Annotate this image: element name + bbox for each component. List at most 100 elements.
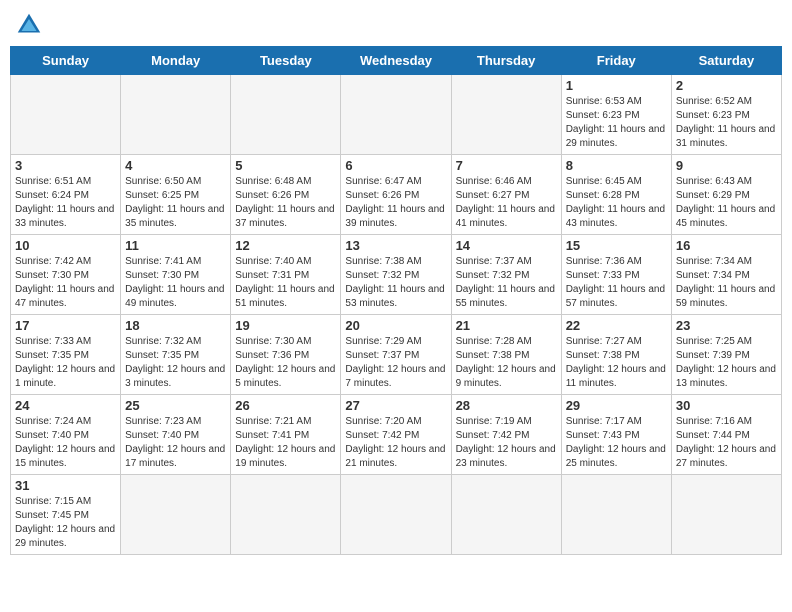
- day-number: 16: [676, 238, 777, 253]
- day-info: Sunrise: 6:50 AM Sunset: 6:25 PM Dayligh…: [125, 175, 226, 231]
- day-info: Sunrise: 7:27 AM Sunset: 7:38 PM Dayligh…: [566, 335, 667, 391]
- calendar-cell: 12Sunrise: 7:40 AM Sunset: 7:31 PM Dayli…: [231, 235, 341, 315]
- calendar-cell: 30 Sunrise: 7:16 AM Sunset: 7:44 PM Dayli…: [671, 395, 781, 475]
- day-info: Sunrise: 6:46 AM Sunset: 6:27 PM Dayligh…: [456, 175, 557, 231]
- calendar-cell: 23 Sunrise: 7:25 AM Sunset: 7:39 PM Dayli…: [671, 315, 781, 395]
- day-info: Sunrise: 7:16 AM Sunset: 7:44 PM Dayligh…: [676, 415, 777, 471]
- weekday-header-tuesday: Tuesday: [231, 47, 341, 75]
- day-number: 18: [125, 318, 226, 333]
- calendar-cell: [121, 75, 231, 155]
- week-row-3: 10Sunrise: 7:42 AM Sunset: 7:30 PM Dayli…: [11, 235, 782, 315]
- day-info: Sunrise: 7:21 AM Sunset: 7:41 PM Dayligh…: [235, 415, 336, 471]
- calendar-cell: 24 Sunrise: 7:24 AM Sunset: 7:40 PM Dayli…: [11, 395, 121, 475]
- calendar-cell: [121, 475, 231, 555]
- day-number: 8: [566, 158, 667, 173]
- weekday-header-monday: Monday: [121, 47, 231, 75]
- calendar-cell: 31Sunrise: 7:15 AM Sunset: 7:45 PM Dayli…: [11, 475, 121, 555]
- calendar-cell: [451, 75, 561, 155]
- day-info: Sunrise: 6:51 AM Sunset: 6:24 PM Dayligh…: [15, 175, 116, 231]
- day-number: 17: [15, 318, 116, 333]
- day-info: Sunrise: 7:29 AM Sunset: 7:37 PM Dayligh…: [345, 335, 446, 391]
- day-info: Sunrise: 7:25 AM Sunset: 7:39 PM Dayligh…: [676, 335, 777, 391]
- week-row-1: 1Sunrise: 6:53 AM Sunset: 6:23 PM Daylig…: [11, 75, 782, 155]
- calendar-cell: [561, 475, 671, 555]
- calendar-cell: 2 Sunrise: 6:52 AM Sunset: 6:23 PM Daylig…: [671, 75, 781, 155]
- calendar-cell: 16 Sunrise: 7:34 AM Sunset: 7:34 PM Dayli…: [671, 235, 781, 315]
- calendar-cell: 21Sunrise: 7:28 AM Sunset: 7:38 PM Dayli…: [451, 315, 561, 395]
- day-number: 11: [125, 238, 226, 253]
- day-number: 24: [15, 398, 116, 413]
- day-number: 20: [345, 318, 446, 333]
- day-number: 7: [456, 158, 557, 173]
- day-info: Sunrise: 7:32 AM Sunset: 7:35 PM Dayligh…: [125, 335, 226, 391]
- day-info: Sunrise: 7:23 AM Sunset: 7:40 PM Dayligh…: [125, 415, 226, 471]
- weekday-header-wednesday: Wednesday: [341, 47, 451, 75]
- calendar-cell: 17 Sunrise: 7:33 AM Sunset: 7:35 PM Dayli…: [11, 315, 121, 395]
- day-number: 2: [676, 78, 777, 93]
- day-number: 10: [15, 238, 116, 253]
- week-row-4: 17 Sunrise: 7:33 AM Sunset: 7:35 PM Dayli…: [11, 315, 782, 395]
- calendar-cell: 14Sunrise: 7:37 AM Sunset: 7:32 PM Dayli…: [451, 235, 561, 315]
- day-number: 23: [676, 318, 777, 333]
- calendar-cell: [451, 475, 561, 555]
- day-number: 5: [235, 158, 336, 173]
- day-number: 19: [235, 318, 336, 333]
- calendar-cell: 19 Sunrise: 7:30 AM Sunset: 7:36 PM Dayli…: [231, 315, 341, 395]
- calendar-cell: 4Sunrise: 6:50 AM Sunset: 6:25 PM Daylig…: [121, 155, 231, 235]
- calendar-cell: 27Sunrise: 7:20 AM Sunset: 7:42 PM Dayli…: [341, 395, 451, 475]
- day-info: Sunrise: 7:24 AM Sunset: 7:40 PM Dayligh…: [15, 415, 116, 471]
- calendar-cell: [231, 75, 341, 155]
- day-info: Sunrise: 6:52 AM Sunset: 6:23 PM Dayligh…: [676, 95, 777, 151]
- day-number: 27: [345, 398, 446, 413]
- calendar-cell: 26 Sunrise: 7:21 AM Sunset: 7:41 PM Dayli…: [231, 395, 341, 475]
- calendar-cell: 1Sunrise: 6:53 AM Sunset: 6:23 PM Daylig…: [561, 75, 671, 155]
- calendar-cell: [341, 475, 451, 555]
- week-row-2: 3 Sunrise: 6:51 AM Sunset: 6:24 PM Daylig…: [11, 155, 782, 235]
- weekday-header-friday: Friday: [561, 47, 671, 75]
- day-number: 1: [566, 78, 667, 93]
- weekday-header-saturday: Saturday: [671, 47, 781, 75]
- day-info: Sunrise: 7:19 AM Sunset: 7:42 PM Dayligh…: [456, 415, 557, 471]
- day-number: 6: [345, 158, 446, 173]
- day-info: Sunrise: 7:36 AM Sunset: 7:33 PM Dayligh…: [566, 255, 667, 311]
- day-info: Sunrise: 7:30 AM Sunset: 7:36 PM Dayligh…: [235, 335, 336, 391]
- calendar: SundayMondayTuesdayWednesdayThursdayFrid…: [10, 46, 782, 555]
- day-info: Sunrise: 6:43 AM Sunset: 6:29 PM Dayligh…: [676, 175, 777, 231]
- day-number: 13: [345, 238, 446, 253]
- day-number: 9: [676, 158, 777, 173]
- day-info: Sunrise: 7:34 AM Sunset: 7:34 PM Dayligh…: [676, 255, 777, 311]
- calendar-cell: [11, 75, 121, 155]
- header: [10, 10, 782, 40]
- calendar-cell: 8Sunrise: 6:45 AM Sunset: 6:28 PM Daylig…: [561, 155, 671, 235]
- calendar-cell: 9 Sunrise: 6:43 AM Sunset: 6:29 PM Daylig…: [671, 155, 781, 235]
- day-number: 14: [456, 238, 557, 253]
- day-number: 28: [456, 398, 557, 413]
- calendar-cell: 15 Sunrise: 7:36 AM Sunset: 7:33 PM Dayli…: [561, 235, 671, 315]
- weekday-header-row: SundayMondayTuesdayWednesdayThursdayFrid…: [11, 47, 782, 75]
- day-info: Sunrise: 6:48 AM Sunset: 6:26 PM Dayligh…: [235, 175, 336, 231]
- calendar-cell: 28 Sunrise: 7:19 AM Sunset: 7:42 PM Dayli…: [451, 395, 561, 475]
- calendar-cell: 20 Sunrise: 7:29 AM Sunset: 7:37 PM Dayli…: [341, 315, 451, 395]
- day-number: 26: [235, 398, 336, 413]
- calendar-cell: [671, 475, 781, 555]
- weekday-header-thursday: Thursday: [451, 47, 561, 75]
- logo: [14, 10, 48, 40]
- day-number: 22: [566, 318, 667, 333]
- calendar-cell: 25Sunrise: 7:23 AM Sunset: 7:40 PM Dayli…: [121, 395, 231, 475]
- day-info: Sunrise: 7:41 AM Sunset: 7:30 PM Dayligh…: [125, 255, 226, 311]
- day-number: 31: [15, 478, 116, 493]
- day-info: Sunrise: 7:33 AM Sunset: 7:35 PM Dayligh…: [15, 335, 116, 391]
- calendar-cell: 29Sunrise: 7:17 AM Sunset: 7:43 PM Dayli…: [561, 395, 671, 475]
- day-number: 29: [566, 398, 667, 413]
- day-number: 15: [566, 238, 667, 253]
- day-number: 30: [676, 398, 777, 413]
- calendar-cell: 10Sunrise: 7:42 AM Sunset: 7:30 PM Dayli…: [11, 235, 121, 315]
- day-info: Sunrise: 6:47 AM Sunset: 6:26 PM Dayligh…: [345, 175, 446, 231]
- calendar-cell: 7 Sunrise: 6:46 AM Sunset: 6:27 PM Daylig…: [451, 155, 561, 235]
- calendar-cell: 22 Sunrise: 7:27 AM Sunset: 7:38 PM Dayli…: [561, 315, 671, 395]
- weekday-header-sunday: Sunday: [11, 47, 121, 75]
- calendar-cell: 6 Sunrise: 6:47 AM Sunset: 6:26 PM Daylig…: [341, 155, 451, 235]
- calendar-cell: [341, 75, 451, 155]
- day-number: 3: [15, 158, 116, 173]
- calendar-cell: 13Sunrise: 7:38 AM Sunset: 7:32 PM Dayli…: [341, 235, 451, 315]
